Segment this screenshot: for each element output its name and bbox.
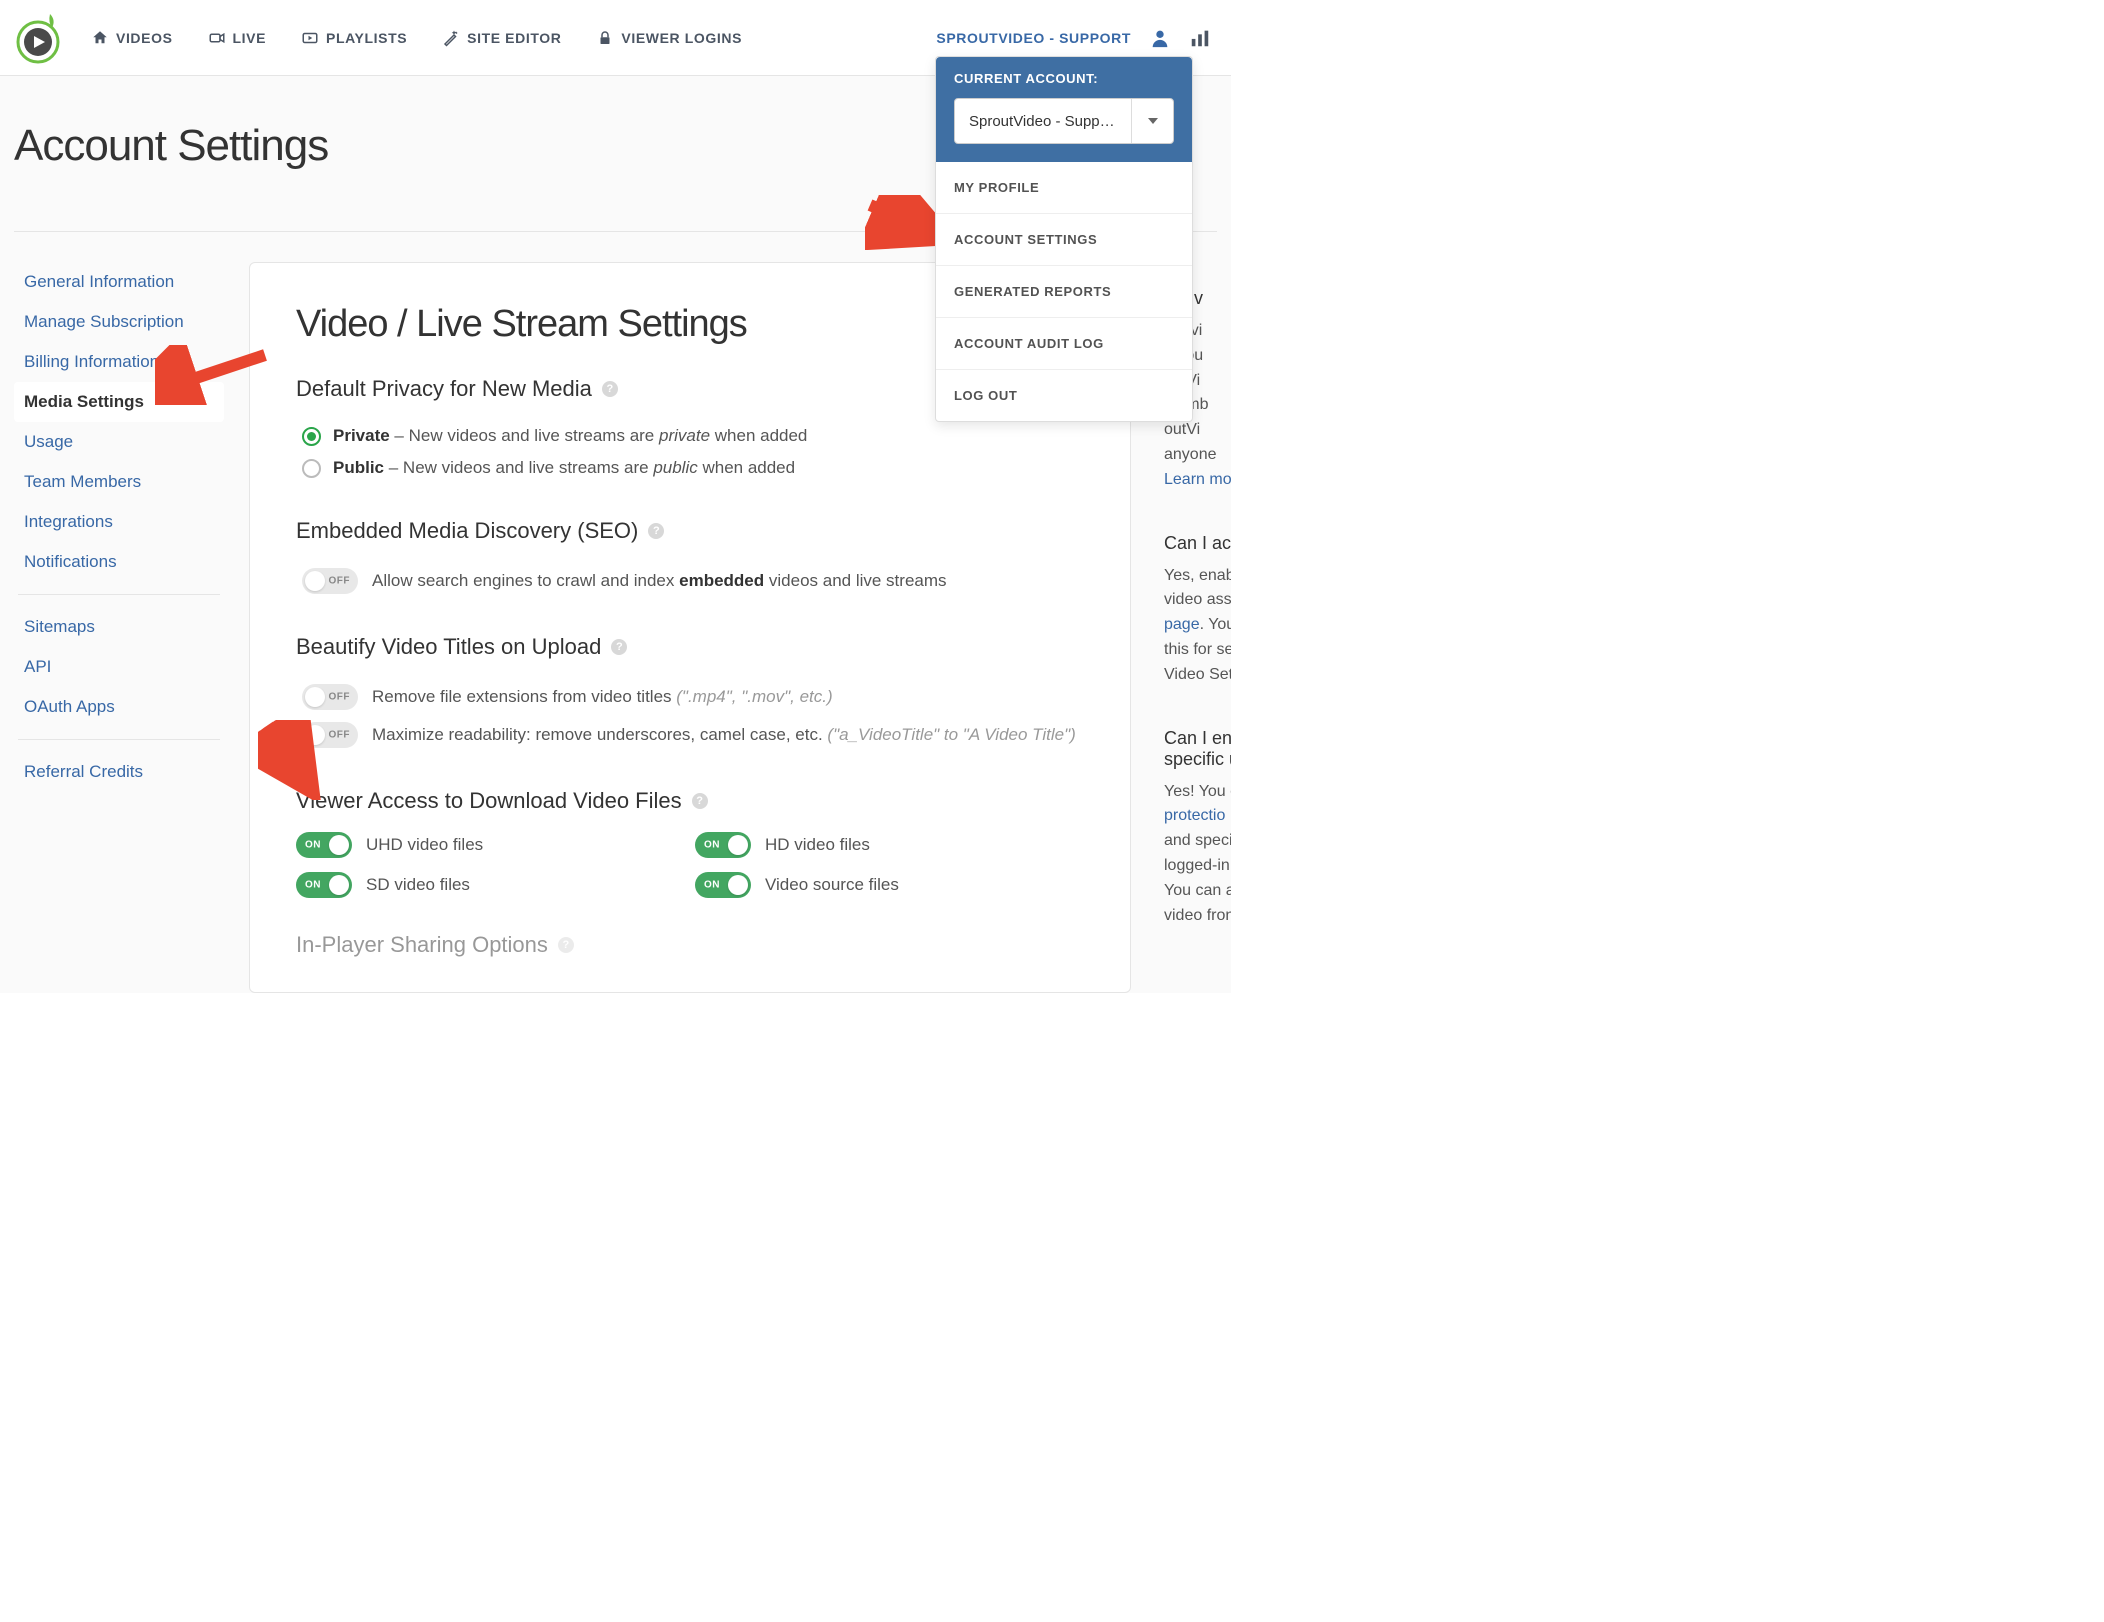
camera-icon (208, 29, 226, 47)
sidebar-sitemaps[interactable]: Sitemaps (14, 607, 224, 647)
privacy-public-option[interactable]: Public – New videos and live streams are… (296, 452, 1084, 484)
brand-logo[interactable] (10, 10, 66, 66)
sidebar-referral-credits[interactable]: Referral Credits (14, 752, 224, 792)
download-uhd-toggle[interactable] (296, 832, 352, 858)
lock-icon (596, 29, 614, 47)
sidebar-media-settings[interactable]: Media Settings (14, 382, 224, 422)
section-beautify-title: Beautify Video Titles on Upload ? (296, 634, 1084, 660)
top-nav: VIDEOS LIVE PLAYLISTS SITE EDITOR VIEWER… (0, 0, 1231, 76)
learn-more-link[interactable]: Learn mo (1164, 471, 1231, 488)
beautify-readability-label: Maximize readability: remove underscores… (372, 725, 1076, 745)
sidebar-manage-subscription[interactable]: Manage Subscription (14, 302, 224, 342)
account-dropdown: CURRENT ACCOUNT: SproutVideo - Supp… MY … (935, 56, 1193, 422)
account-select-text: SproutVideo - Supp… (955, 113, 1131, 130)
section-sharing-title: In-Player Sharing Options ? (296, 932, 1084, 958)
protection-link[interactable]: protectio (1164, 807, 1225, 824)
sidebar-integrations[interactable]: Integrations (14, 502, 224, 542)
stats-icon[interactable] (1189, 27, 1211, 49)
radio-icon (302, 459, 321, 478)
dropdown-account-settings[interactable]: ACCOUNT SETTINGS (936, 214, 1192, 266)
help-icon[interactable]: ? (648, 523, 664, 539)
download-hd-toggle[interactable] (695, 832, 751, 858)
download-sd-toggle[interactable] (296, 872, 352, 898)
nav-live[interactable]: LIVE (208, 29, 267, 47)
radio-icon (302, 427, 321, 446)
sidebar-usage[interactable]: Usage (14, 422, 224, 462)
dropdown-my-profile[interactable]: MY PROFILE (936, 162, 1192, 214)
download-sd-label: SD video files (366, 875, 470, 895)
account-select[interactable]: SproutVideo - Supp… (954, 98, 1174, 144)
section-download-title: Viewer Access to Download Video Files ? (296, 788, 1084, 814)
wand-icon (442, 29, 460, 47)
seo-label: Allow search engines to crawl and index … (372, 571, 947, 591)
user-icon[interactable] (1149, 27, 1171, 49)
help-icon[interactable]: ? (692, 793, 708, 809)
privacy-private-option[interactable]: Private – New videos and live streams ar… (296, 420, 1084, 452)
help-icon[interactable]: ? (602, 381, 618, 397)
sidebar: General Information Manage Subscription … (14, 262, 224, 993)
beautify-ext-label: Remove file extensions from video titles… (372, 687, 833, 707)
playlist-icon (301, 29, 319, 47)
beautify-readability-toggle[interactable] (302, 722, 358, 748)
nav-viewer-logins[interactable]: VIEWER LOGINS (596, 29, 742, 47)
nav-videos[interactable]: VIDEOS (91, 29, 173, 47)
home-icon (91, 29, 109, 47)
dropdown-header: CURRENT ACCOUNT: (954, 71, 1174, 86)
sidebar-general-information[interactable]: General Information (14, 262, 224, 302)
nav-playlists[interactable]: PLAYLISTS (301, 29, 407, 47)
sidebar-billing-information[interactable]: Billing Information (14, 342, 224, 382)
sidebar-notifications[interactable]: Notifications (14, 542, 224, 582)
nav-site-editor[interactable]: SITE EDITOR (442, 29, 561, 47)
sidebar-oauth-apps[interactable]: OAuth Apps (14, 687, 224, 727)
account-name[interactable]: SPROUTVIDEO - SUPPORT (936, 30, 1131, 46)
download-source-label: Video source files (765, 875, 899, 895)
dropdown-account-audit-log[interactable]: ACCOUNT AUDIT LOG (936, 318, 1192, 370)
help-icon[interactable]: ? (558, 937, 574, 953)
page-link[interactable]: page (1164, 616, 1200, 633)
divider (18, 594, 220, 595)
sidebar-api[interactable]: API (14, 647, 224, 687)
section-seo-title: Embedded Media Discovery (SEO) ? (296, 518, 1084, 544)
download-uhd-label: UHD video files (366, 835, 483, 855)
divider (18, 739, 220, 740)
download-hd-label: HD video files (765, 835, 870, 855)
beautify-ext-toggle[interactable] (302, 684, 358, 710)
chevron-down-icon[interactable] (1131, 99, 1173, 143)
seo-toggle[interactable] (302, 568, 358, 594)
help-icon[interactable]: ? (611, 639, 627, 655)
dropdown-log-out[interactable]: LOG OUT (936, 370, 1192, 421)
download-source-toggle[interactable] (695, 872, 751, 898)
dropdown-generated-reports[interactable]: GENERATED REPORTS (936, 266, 1192, 318)
sidebar-team-members[interactable]: Team Members (14, 462, 224, 502)
